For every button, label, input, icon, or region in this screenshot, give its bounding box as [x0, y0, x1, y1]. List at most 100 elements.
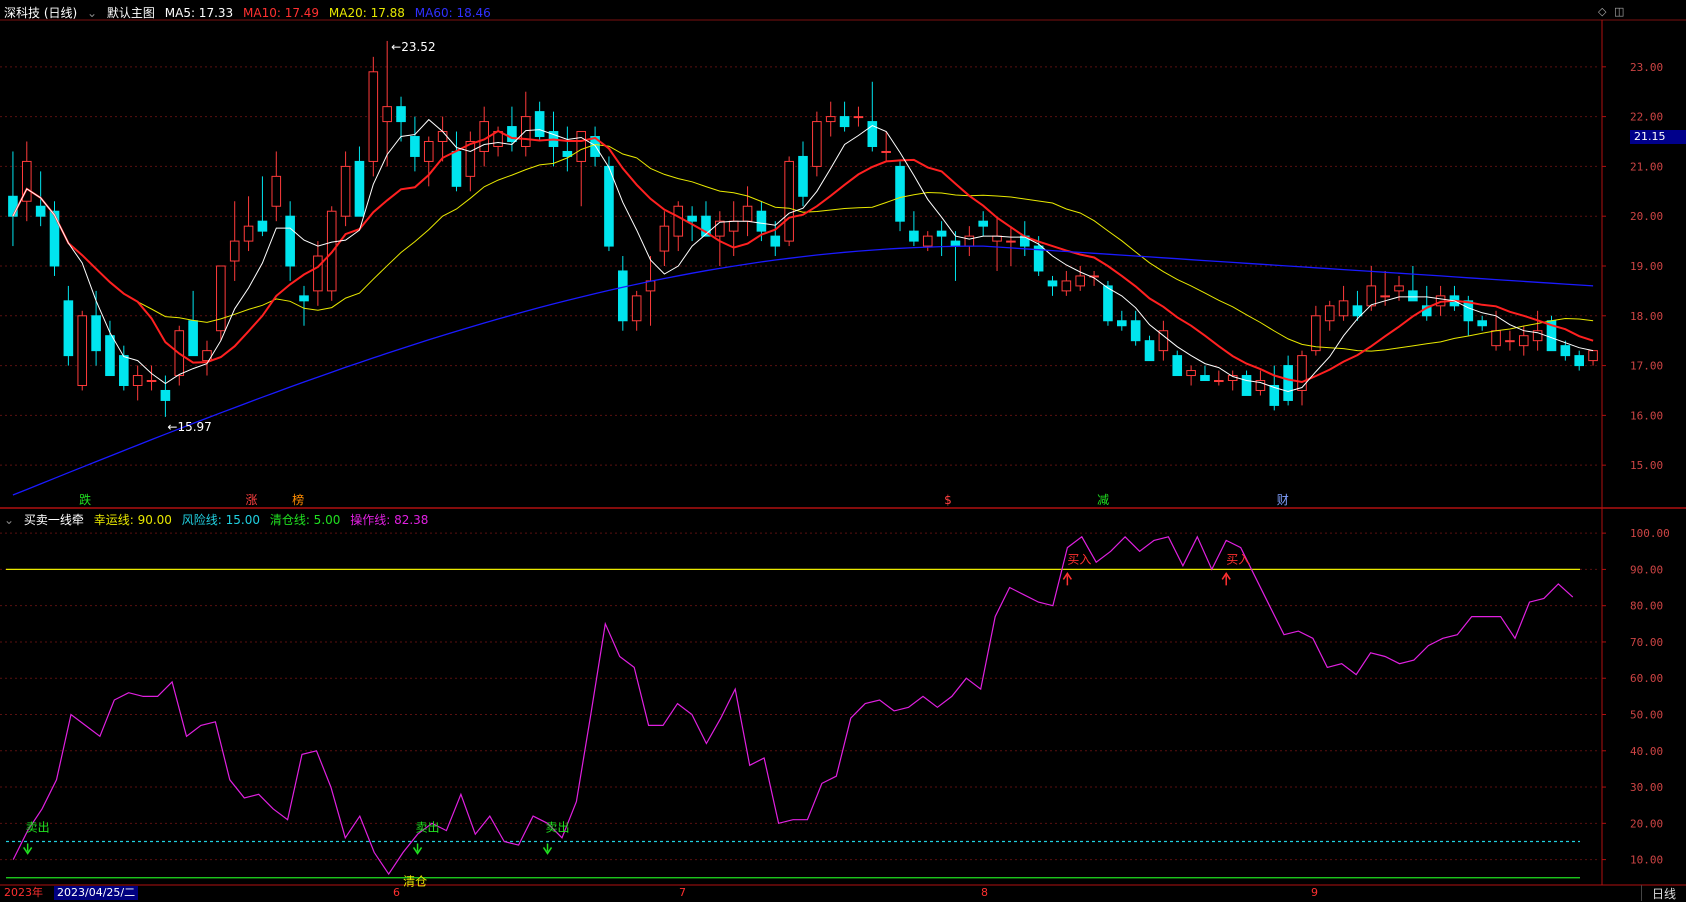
- candle-body: [1214, 380, 1224, 383]
- candle-body: [1297, 355, 1307, 391]
- sell-arrow-icon: [412, 843, 423, 855]
- candle-body: [936, 230, 947, 237]
- candle-body: [839, 116, 850, 128]
- diamond-icon[interactable]: ◇: [1598, 5, 1606, 18]
- candle-body: [1352, 305, 1363, 317]
- candle-body: [853, 116, 864, 119]
- clear-signal-label: 清仓: [403, 875, 427, 889]
- candle-body: [1117, 320, 1127, 327]
- candle-body: [576, 131, 587, 162]
- candle-body: [1338, 300, 1349, 317]
- sell-arrow-icon: [542, 843, 553, 855]
- y-tick-label: 23.00: [1630, 61, 1663, 74]
- candle-body: [1574, 355, 1585, 367]
- candle-body: [895, 165, 905, 222]
- current-price-tag: 21.15: [1630, 130, 1686, 144]
- candle-body: [382, 106, 392, 123]
- candle-body: [35, 205, 46, 217]
- y-tick-label: 20.00: [1630, 210, 1663, 223]
- month-label-9: 9: [1311, 886, 1318, 899]
- candle-body: [257, 220, 268, 232]
- candle-body: [1518, 335, 1529, 347]
- low-price-label: ←15.97: [167, 420, 211, 434]
- candle-body: [812, 121, 822, 167]
- y-tick-label: 22.00: [1630, 111, 1663, 124]
- lucky-line-label: 幸运线: 90.00: [93, 513, 172, 527]
- indicator-name[interactable]: 买卖一线牵: [24, 513, 84, 527]
- period-daily-button[interactable]: 日线: [1640, 885, 1686, 901]
- sub-chart-header: ⌄ 买卖一线牵 幸运线: 90.00 风险线: 15.00 清仓线: 5.00 …: [4, 511, 434, 529]
- month-label-6: 6: [393, 886, 400, 899]
- operate-line-label: 操作线: 82.38: [350, 513, 429, 527]
- cursor-date[interactable]: 2023/04/25/二: [54, 886, 139, 900]
- buy-signal-label: 买入: [1226, 552, 1250, 566]
- candle-body: [340, 165, 351, 217]
- clear-line-label: 清仓线: 5.00: [269, 513, 341, 527]
- candle-body: [507, 126, 517, 143]
- candle-body: [229, 240, 240, 262]
- candle-body: [978, 220, 988, 227]
- event-marker: 减: [1097, 493, 1109, 507]
- ma60-label: MA60: 18.46: [414, 6, 491, 20]
- y-tick-label: 40.00: [1630, 745, 1663, 758]
- y-tick-label: 20.00: [1630, 817, 1663, 830]
- candle-body: [1241, 375, 1252, 396]
- y-tick-label: 50.00: [1630, 709, 1663, 722]
- y-tick-label: 60.00: [1630, 672, 1663, 685]
- candle-body: [132, 375, 143, 386]
- candle-body: [1505, 340, 1515, 343]
- y-tick-label: 18.00: [1630, 310, 1663, 323]
- template-name[interactable]: 默认主图: [107, 6, 155, 20]
- candle-body: [798, 155, 808, 197]
- buy-arrow-icon: [1221, 572, 1231, 586]
- window-icon[interactable]: ◫: [1614, 5, 1624, 18]
- month-label-8: 8: [981, 886, 988, 899]
- candle-body: [618, 270, 628, 322]
- candle-body: [1075, 275, 1086, 287]
- candle-body: [922, 235, 933, 247]
- y-tick-label: 19.00: [1630, 260, 1663, 273]
- candle-body: [299, 295, 309, 302]
- sell-signal-label: 卖出: [26, 820, 50, 834]
- candle-body: [1172, 355, 1183, 377]
- candle-body: [756, 210, 767, 232]
- candle-body: [1477, 320, 1487, 327]
- candle-body: [396, 106, 406, 123]
- candle-body: [950, 240, 961, 247]
- event-marker: $: [944, 493, 952, 507]
- candle-body: [534, 111, 545, 138]
- candle-body: [354, 160, 365, 217]
- candle-body: [160, 389, 171, 401]
- candle-body: [105, 335, 115, 377]
- event-marker: 榜: [292, 492, 304, 507]
- sell-signal-label: 卖出: [416, 820, 440, 834]
- high-price-label: ←23.52: [391, 40, 435, 54]
- chart-canvas: 15.00 16.00 17.00 18.00 19.00 20.00 21.00 22.00…: [0, 19, 1686, 889]
- candle-body: [659, 225, 670, 252]
- candle-body: [146, 380, 157, 383]
- candle-body: [1588, 350, 1598, 362]
- stock-name[interactable]: 深科技 (日线): [4, 6, 77, 20]
- candle-body: [1366, 285, 1377, 307]
- candle-body: [1047, 280, 1058, 287]
- month-label-7: 7: [679, 886, 686, 899]
- collapse-icon[interactable]: ⌄: [4, 513, 14, 527]
- y-tick-label: 15.00: [1630, 459, 1663, 472]
- candle-body: [784, 160, 794, 242]
- ma60-line: [12, 245, 1594, 496]
- candle-body: [1283, 365, 1293, 401]
- y-tick-label: 21.00: [1630, 160, 1663, 173]
- event-marker: 财: [1277, 493, 1289, 507]
- candle-body: [673, 205, 684, 237]
- candle-body: [285, 215, 295, 267]
- candle-body: [1560, 345, 1571, 357]
- candle-body: [631, 295, 642, 322]
- sell-arrow-icon: [23, 843, 33, 855]
- collapse-icon[interactable]: ⌄: [87, 6, 97, 20]
- candle-body: [63, 300, 74, 357]
- y-tick-label: 17.00: [1630, 360, 1663, 373]
- candle-body: [423, 141, 434, 162]
- candle-body: [770, 235, 781, 247]
- candle-body: [715, 220, 725, 237]
- candle-body: [91, 315, 101, 352]
